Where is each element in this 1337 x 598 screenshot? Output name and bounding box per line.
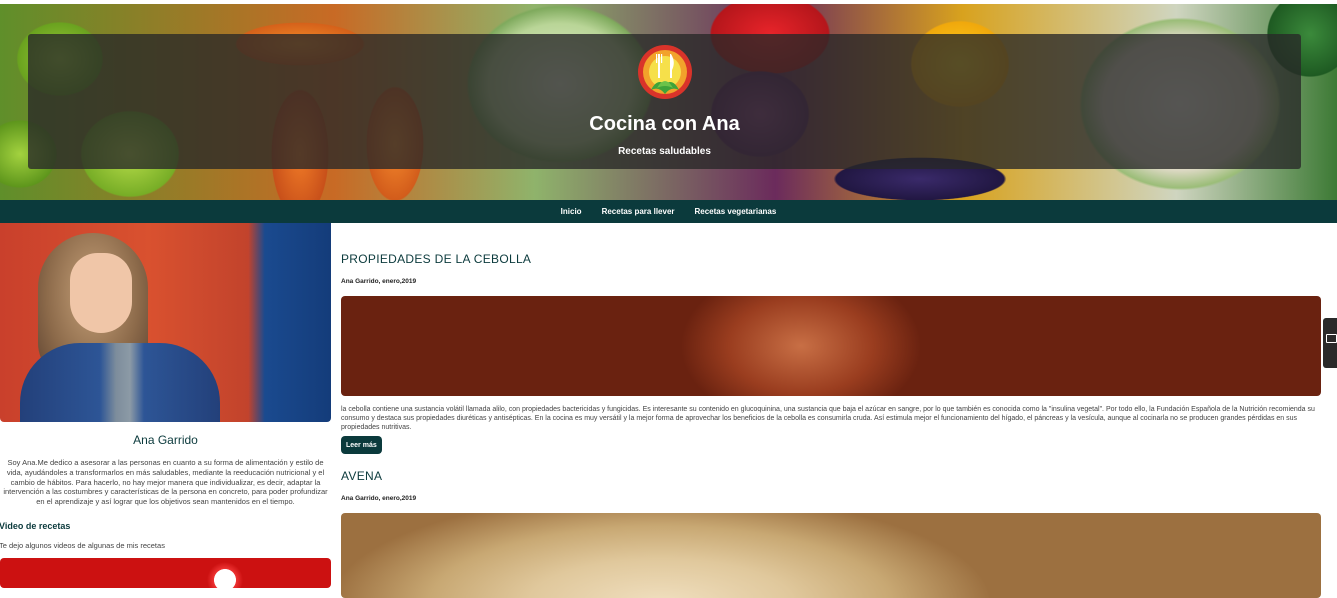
post-title[interactable]: PROPIEDADES DE LA CEBOLLA <box>341 252 531 266</box>
site-title: Cocina con Ana <box>589 113 740 135</box>
nav-item-recetas-vegetarianas[interactable]: Recetas vegetarianas <box>695 207 777 216</box>
video-thumbnail[interactable] <box>0 558 331 588</box>
post-title[interactable]: AVENA <box>341 469 382 483</box>
photo-face <box>70 253 132 333</box>
site-subtitle: Recetas saludables <box>618 146 711 157</box>
photo-body <box>20 343 220 422</box>
hero-banner <box>0 4 1337 200</box>
author-photo <box>0 223 331 422</box>
author-name: Ana Garrido <box>133 433 198 447</box>
fork-knife-plate-logo-icon <box>638 45 692 99</box>
author-bio: Soy Ana.Me dedico a asesorar a las perso… <box>3 458 328 507</box>
main-nav: Inicio Recetas para llever Recetas veget… <box>0 200 1337 223</box>
chat-widget-tab[interactable] <box>1323 318 1337 368</box>
post-image-oats <box>341 513 1321 598</box>
nav-item-inicio[interactable]: Inicio <box>561 207 582 216</box>
read-more-button[interactable]: Leer más <box>341 436 382 454</box>
nav-item-recetas-para-llevar[interactable]: Recetas para llever <box>602 207 675 216</box>
post-body: la cebolla contiene una sustancia voláti… <box>341 406 1315 431</box>
post-meta: Ana Garrido, enero,2019 <box>341 495 417 502</box>
post-image-onions <box>341 296 1321 396</box>
video-heading: Video de recetas <box>0 521 71 531</box>
video-description: Te dejo algunos videos de algunas de mis… <box>0 541 165 550</box>
chat-icon <box>1326 334 1337 343</box>
post-meta: Ana Garrido, enero,2019 <box>341 278 417 285</box>
